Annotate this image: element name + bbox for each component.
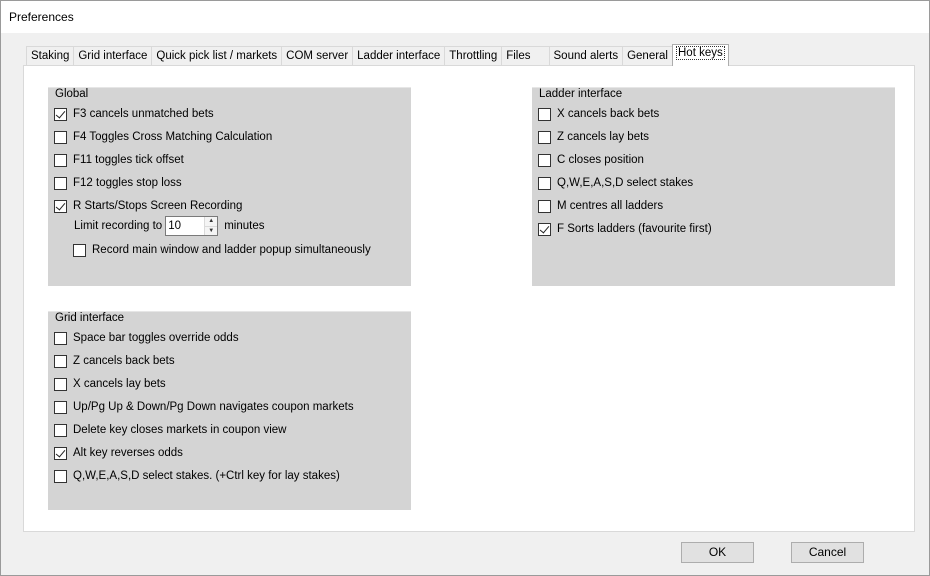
ladder-f-sorts-checkbox[interactable]: F Sorts ladders (favourite first): [538, 221, 712, 237]
checkbox-label: M centres all ladders: [557, 200, 664, 212]
ladder-c-closes-checkbox[interactable]: C closes position: [538, 152, 644, 168]
tab-files[interactable]: Files: [501, 46, 550, 66]
tab-strip: Staking Grid interface Quick pick list /…: [26, 44, 729, 66]
checkbox-box[interactable]: [54, 176, 67, 190]
grid-x-cancels-checkbox[interactable]: X cancels lay bets: [54, 376, 166, 392]
tab-ladder-interface[interactable]: Ladder interface: [352, 46, 446, 66]
checkbox-box[interactable]: [54, 400, 67, 414]
checkbox-label: Space bar toggles override odds: [73, 332, 239, 344]
tab-sound-alerts[interactable]: Sound alerts: [548, 46, 624, 66]
grid-space-bar-checkbox[interactable]: Space bar toggles override odds: [54, 330, 239, 346]
grid-alt-key-checkbox[interactable]: Alt key reverses odds: [54, 445, 183, 461]
global-group-title: Global: [55, 88, 89, 100]
spin-down-icon[interactable]: ▼: [205, 225, 218, 235]
checkbox-label: Q,W,E,A,S,D select stakes: [557, 177, 694, 189]
tab-grid-interface[interactable]: Grid interface: [73, 46, 153, 66]
limit-recording-label: Limit recording to: [74, 220, 163, 232]
limit-recording-value[interactable]: 10: [166, 217, 204, 235]
title-bar: Preferences: [1, 1, 929, 33]
checkbox-box[interactable]: [538, 176, 551, 190]
ladder-m-centres-checkbox[interactable]: M centres all ladders: [538, 198, 663, 214]
f4-toggles-checkbox[interactable]: F4 Toggles Cross Matching Calculation: [54, 129, 272, 145]
ladder-z-cancels-checkbox[interactable]: Z cancels lay bets: [538, 129, 649, 145]
checkbox-box[interactable]: [54, 469, 67, 483]
record-both-checkbox[interactable]: Record main window and ladder popup simu…: [73, 242, 371, 258]
checkbox-box[interactable]: [54, 107, 67, 121]
grid-delete-key-checkbox[interactable]: Delete key closes markets in coupon view: [54, 422, 287, 438]
checkbox-box[interactable]: [54, 130, 67, 144]
checkbox-label: F Sorts ladders (favourite first): [557, 223, 712, 235]
grid-select-stakes-checkbox[interactable]: Q,W,E,A,S,D select stakes. (+Ctrl key fo…: [54, 468, 340, 484]
checkbox-label: Up/Pg Up & Down/Pg Down navigates coupon…: [73, 401, 354, 413]
checkbox-label: F4 Toggles Cross Matching Calculation: [73, 131, 273, 143]
grid-navigates-checkbox[interactable]: Up/Pg Up & Down/Pg Down navigates coupon…: [54, 399, 354, 415]
checkbox-box[interactable]: [538, 153, 551, 167]
checkbox-label: F11 toggles tick offset: [73, 154, 184, 166]
checkbox-label: X cancels lay bets: [73, 378, 166, 390]
tab-throttling[interactable]: Throttling: [444, 46, 503, 66]
checkbox-box[interactable]: [54, 354, 67, 368]
limit-recording-row: Limit recording to 10 ▲ ▼ minutes: [74, 216, 265, 236]
grid-group: Grid interface Space bar toggles overrid…: [48, 311, 411, 510]
tab-hot-keys[interactable]: Hot keys: [672, 44, 729, 66]
checkbox-box[interactable]: [538, 130, 551, 144]
tab-com-server[interactable]: COM server: [281, 46, 354, 66]
checkbox-box[interactable]: [54, 331, 67, 345]
checkbox-label: Record main window and ladder popup simu…: [92, 244, 371, 256]
checkbox-label: Delete key closes markets in coupon view: [73, 424, 287, 436]
grid-group-title: Grid interface: [55, 312, 125, 324]
checkbox-box[interactable]: [54, 377, 67, 391]
ladder-x-cancels-checkbox[interactable]: X cancels back bets: [538, 106, 659, 122]
f3-cancels-checkbox[interactable]: F3 cancels unmatched bets: [54, 106, 214, 122]
checkbox-label: Z cancels lay bets: [557, 131, 650, 143]
global-group: Global F3 cancels unmatched bets F4 Togg…: [48, 87, 411, 286]
ladder-select-stakes-checkbox[interactable]: Q,W,E,A,S,D select stakes: [538, 175, 693, 191]
tab-general[interactable]: General: [622, 46, 673, 66]
window-title: Preferences: [9, 10, 74, 24]
checkbox-label: F3 cancels unmatched bets: [73, 108, 214, 120]
hot-keys-page: Global F3 cancels unmatched bets F4 Togg…: [23, 65, 915, 532]
grid-z-cancels-checkbox[interactable]: Z cancels back bets: [54, 353, 175, 369]
limit-recording-unit: minutes: [224, 220, 265, 232]
checkbox-box[interactable]: [538, 222, 551, 236]
preferences-window: Preferences Staking Grid interface Quick…: [0, 0, 930, 576]
checkbox-box[interactable]: [54, 423, 67, 437]
checkbox-box[interactable]: [54, 153, 67, 167]
tab-staking[interactable]: Staking: [26, 46, 75, 66]
tab-quick-pick[interactable]: Quick pick list / markets: [151, 46, 283, 66]
checkbox-box[interactable]: [73, 243, 86, 257]
checkbox-label: Q,W,E,A,S,D select stakes. (+Ctrl key fo…: [73, 470, 340, 482]
checkbox-box[interactable]: [538, 107, 551, 121]
checkbox-label: F12 toggles stop loss: [73, 177, 182, 189]
f11-toggles-checkbox[interactable]: F11 toggles tick offset: [54, 152, 184, 168]
limit-recording-spinner[interactable]: 10 ▲ ▼: [165, 216, 219, 236]
ladder-group: Ladder interface X cancels back bets Z c…: [532, 87, 895, 286]
checkbox-box[interactable]: [54, 199, 67, 213]
cancel-button[interactable]: Cancel: [791, 542, 864, 563]
checkbox-label: R Starts/Stops Screen Recording: [73, 200, 243, 212]
ladder-group-title: Ladder interface: [539, 88, 623, 100]
checkbox-label: C closes position: [557, 154, 644, 166]
spin-up-icon[interactable]: ▲: [205, 217, 218, 226]
checkbox-label: Z cancels back bets: [73, 355, 175, 367]
checkbox-box[interactable]: [54, 446, 67, 460]
checkbox-label: X cancels back bets: [557, 108, 660, 120]
checkbox-label: Alt key reverses odds: [73, 447, 183, 459]
checkbox-box[interactable]: [538, 199, 551, 213]
r-recording-checkbox[interactable]: R Starts/Stops Screen Recording: [54, 198, 242, 214]
ok-button[interactable]: OK: [681, 542, 754, 563]
f12-toggles-checkbox[interactable]: F12 toggles stop loss: [54, 175, 182, 191]
